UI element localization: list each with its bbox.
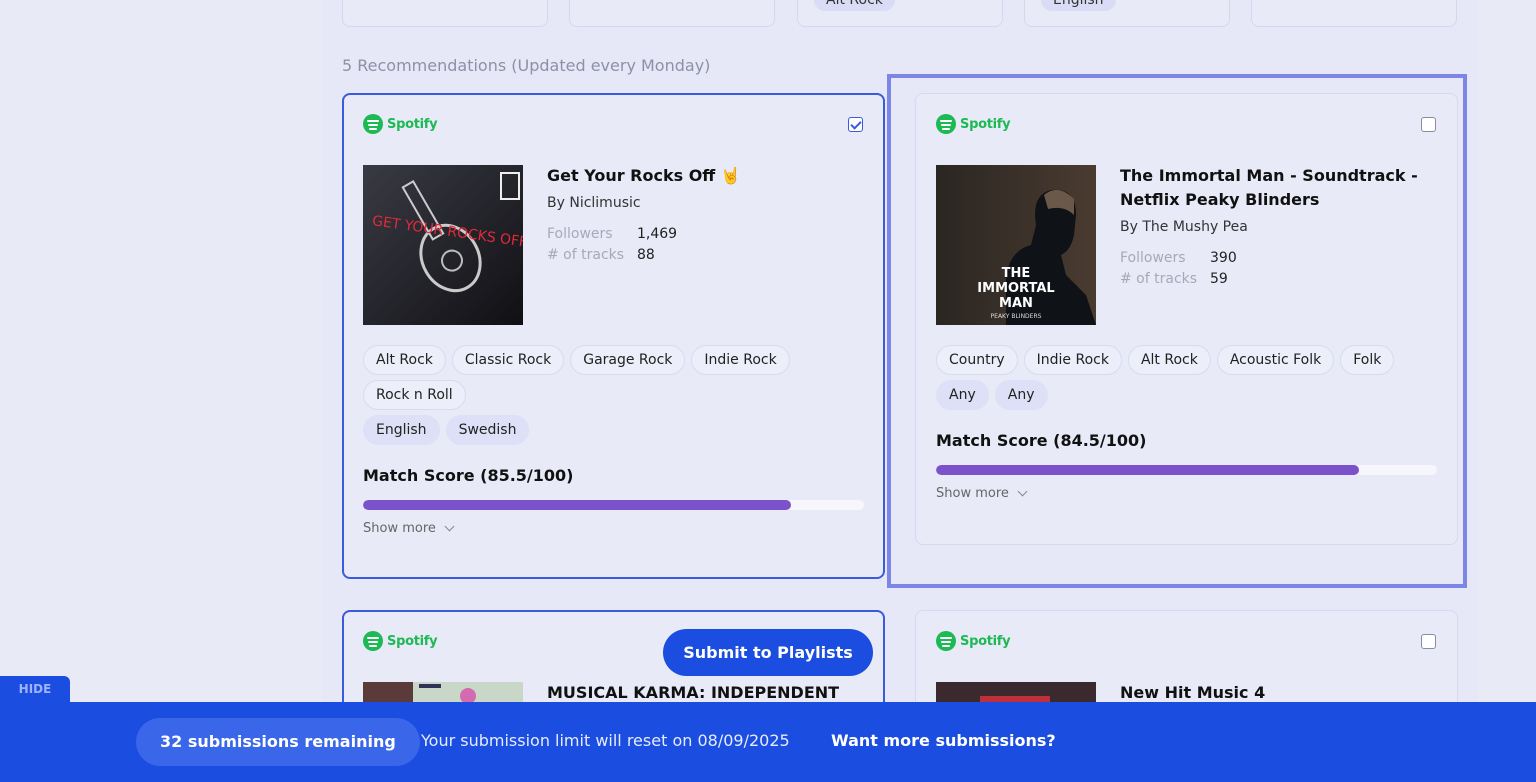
spotify-logo: Spotify (363, 114, 438, 134)
tracks-value: 59 (1210, 271, 1228, 287)
playlist-cover: GET YOUR ROCKS OFF (363, 165, 523, 325)
genre-tag: Indie Rock (691, 345, 790, 375)
tracks-label: # of tracks (547, 247, 625, 263)
language-tag: Any (994, 380, 1048, 410)
show-more-toggle[interactable]: Show more (936, 486, 1028, 501)
submissions-remaining-badge: 32 submissions remaining (136, 718, 420, 766)
select-checkbox[interactable] (1421, 117, 1436, 132)
curator-name: By The Mushy Pea (1120, 219, 1248, 235)
genre-tags: Country Indie Rock Alt Rock Acoustic Fol… (936, 345, 1436, 410)
spotify-icon (363, 114, 383, 134)
followers-label: Followers (547, 226, 613, 242)
top-card-5 (1251, 0, 1457, 27)
chevron-down-icon (1017, 486, 1028, 497)
recommendations-heading: 5 Recommendations (Updated every Monday) (342, 56, 711, 75)
match-score-bar (936, 465, 1437, 475)
playlist-cover (363, 682, 523, 702)
submit-to-playlists-button[interactable]: Submit to Playlists (663, 629, 873, 676)
genre-tag: Folk (1340, 345, 1395, 375)
reset-date-text: Your submission limit will reset on 08/0… (421, 731, 790, 750)
svg-text:THE: THE (1002, 266, 1031, 281)
spotify-icon (936, 114, 956, 134)
submission-footer: 32 submissions remaining Your submission… (0, 702, 1536, 782)
genre-tag: Indie Rock (1023, 345, 1122, 375)
top-card-3: Alt Rock (797, 0, 1003, 27)
spotify-logo: Spotify (936, 631, 1011, 651)
language-tag: Swedish (445, 415, 530, 445)
chevron-down-icon (444, 521, 455, 532)
genre-tag: Acoustic Folk (1216, 345, 1335, 375)
spotify-logo: Spotify (363, 631, 438, 651)
language-tag: Any (936, 380, 989, 410)
followers-stat: Followers 1,469 (547, 226, 677, 242)
tracks-stat: # of tracks 88 (547, 247, 655, 263)
match-score-bar (363, 500, 864, 510)
show-more-toggle[interactable]: Show more (363, 521, 455, 536)
genre-tag: Alt Rock (1127, 345, 1211, 375)
genre-tag: Classic Rock (451, 345, 565, 375)
genre-tags: Alt Rock Classic Rock Garage Rock Indie … (363, 345, 843, 410)
followers-value: 390 (1210, 250, 1237, 266)
genre-tag: Garage Rock (570, 345, 686, 375)
spotify-icon (936, 631, 956, 651)
genre-tag: Country (936, 345, 1018, 375)
match-score-fill (936, 465, 1360, 475)
followers-stat: Followers 390 (1120, 250, 1237, 266)
language-tag: English (1041, 0, 1116, 11)
select-checkbox[interactable] (1421, 634, 1436, 649)
match-score-fill (363, 500, 792, 510)
svg-text:PEAKY BLINDERS: PEAKY BLINDERS (991, 313, 1042, 320)
tracks-stat: # of tracks 59 (1120, 271, 1228, 287)
top-card-2 (569, 0, 775, 27)
tracks-label: # of tracks (1120, 271, 1198, 287)
genre-tag: Alt Rock (363, 345, 446, 375)
tracks-value: 88 (637, 247, 655, 263)
playlist-title[interactable]: Get Your Rocks Off 🤘 (547, 164, 847, 188)
spotify-logo: Spotify (936, 114, 1011, 134)
playlist-cover: THE IMMORTAL MAN PEAKY BLINDERS (936, 165, 1096, 325)
curator-name: By Niclimusic (547, 195, 641, 211)
hide-footer-button[interactable]: HIDE (0, 676, 70, 702)
top-card-4: English (1024, 0, 1230, 27)
match-score-label: Match Score (85.5/100) (363, 466, 574, 485)
select-checkbox[interactable] (848, 117, 863, 132)
language-tag: English (363, 415, 440, 445)
svg-text:MAN: MAN (999, 296, 1033, 311)
playlist-title[interactable]: The Immortal Man - Soundtrack - Netflix … (1120, 164, 1430, 212)
followers-value: 1,469 (637, 226, 678, 242)
playlist-cover (936, 682, 1096, 702)
want-more-submissions-link[interactable]: Want more submissions? (831, 731, 1056, 750)
spotify-icon (363, 631, 383, 651)
followers-label: Followers (1120, 250, 1186, 266)
language-tags: English Swedish (363, 415, 843, 445)
match-score-label: Match Score (84.5/100) (936, 431, 1147, 450)
genre-tag: Alt Rock (814, 0, 895, 11)
svg-text:IMMORTAL: IMMORTAL (977, 281, 1054, 296)
top-card-1 (342, 0, 548, 27)
genre-tag: Rock n Roll (363, 380, 466, 410)
